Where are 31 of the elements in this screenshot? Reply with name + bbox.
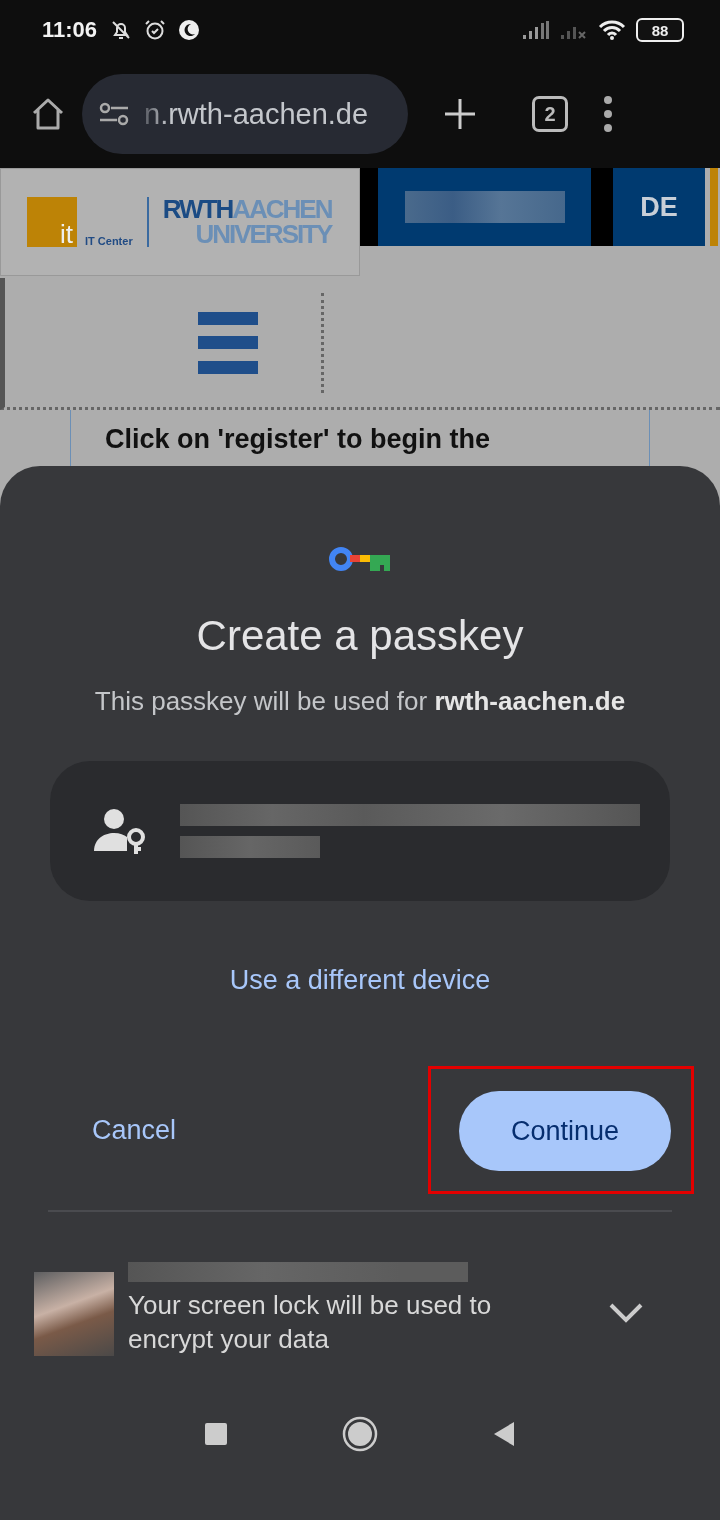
cancel-button[interactable]: Cancel (92, 1114, 177, 1146)
it-logo-text: it (60, 221, 73, 247)
logo-text: AACHEN (232, 197, 332, 222)
chevron-down-icon[interactable] (608, 1302, 644, 1324)
back-icon[interactable] (492, 1420, 516, 1448)
logo-text: RWTH (162, 197, 233, 222)
signal-icon (522, 20, 550, 40)
moon-icon (177, 18, 202, 42)
tab-count-button[interactable]: 2 (532, 96, 568, 132)
status-time: 11:06 (42, 17, 98, 43)
instruction-text: Click on 'register' to begin the (105, 424, 490, 454)
language-button[interactable]: DE (613, 168, 705, 246)
logo-text: UNIVERSITY (194, 222, 332, 247)
logo-subtitle: IT Center (85, 235, 133, 247)
more-icon[interactable] (602, 96, 614, 132)
menu-icon[interactable] (198, 311, 258, 374)
recents-icon[interactable] (204, 1422, 228, 1446)
continue-button[interactable]: Continue (459, 1091, 671, 1171)
home-button-icon[interactable] (342, 1416, 378, 1452)
key-icon (328, 546, 392, 572)
sheet-subtitle: This passkey will be used for rwth-aachen.de (94, 686, 626, 717)
wifi-icon (598, 19, 626, 41)
home-icon[interactable] (30, 96, 66, 132)
different-device-link[interactable]: Use a different device (229, 965, 491, 996)
screen-lock-notice: Your screen lock will be used to encrypt your data (128, 1289, 493, 1356)
battery-icon: 88 (636, 18, 684, 42)
address-bar[interactable]: n.rwth-aachen.de (82, 74, 408, 154)
account-card[interactable] (50, 761, 670, 901)
sheet-title: Create a passkey (196, 612, 524, 660)
new-tab-icon[interactable] (442, 96, 478, 132)
site-settings-icon[interactable] (98, 102, 130, 126)
